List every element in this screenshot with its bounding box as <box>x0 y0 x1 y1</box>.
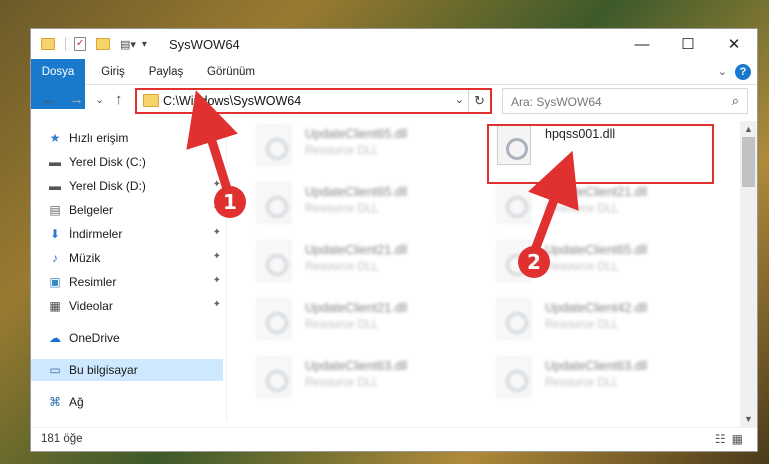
arrow-1 <box>186 90 238 197</box>
step-badge-2: 2 <box>518 246 550 278</box>
arrow-2 <box>528 150 579 255</box>
annotation-arrows <box>186 90 579 255</box>
step-badge-1: 1 <box>214 186 246 218</box>
